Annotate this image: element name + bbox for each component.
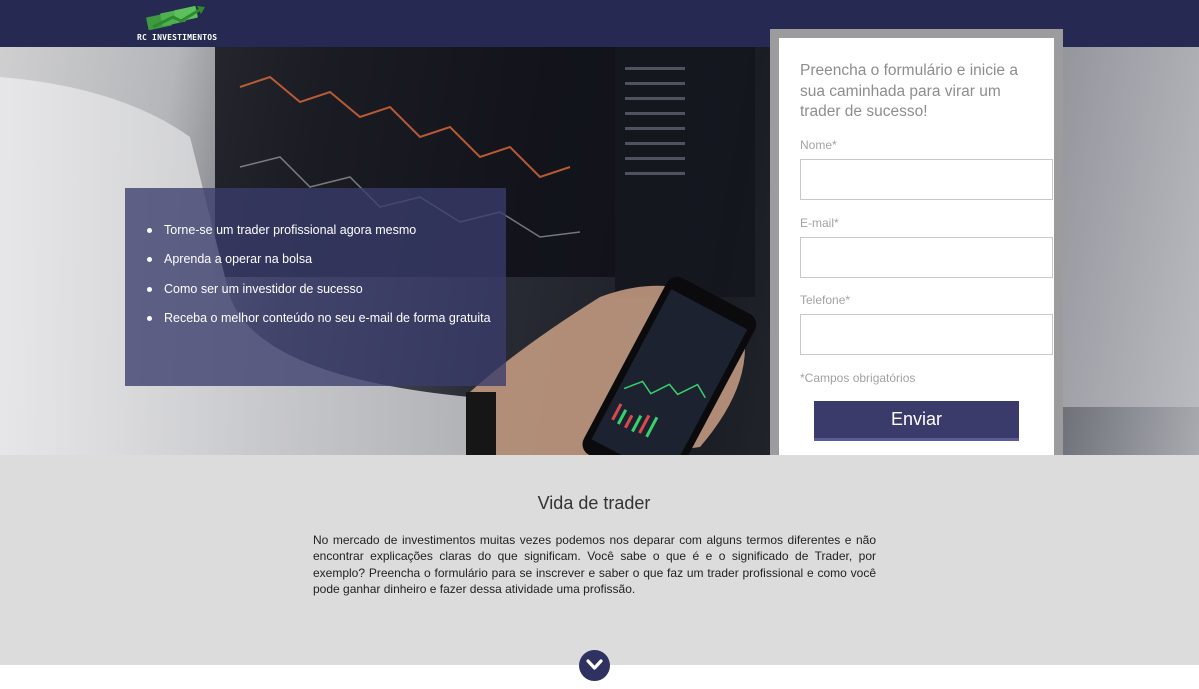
- required-fields-note: *Campos obrigatórios: [800, 371, 916, 385]
- submit-button[interactable]: Enviar: [814, 401, 1019, 441]
- section-text: No mercado de investimentos muitas vezes…: [313, 533, 876, 596]
- brand-logo[interactable]: RC INVESTIMENTOS: [137, 5, 217, 43]
- form-title: Preencha o formulário e inicie a sua cam…: [800, 62, 1018, 120]
- chevron-down-icon: [586, 659, 603, 670]
- benefits-box: Torne-se um trader profissional agora me…: [125, 188, 506, 386]
- benefits-list: Torne-se um trader profissional agora me…: [147, 222, 491, 339]
- benefit-item: Como ser um investidor de sucesso: [147, 281, 491, 310]
- money-arrow-icon: [146, 6, 205, 31]
- phone-label: Telefone*: [800, 293, 851, 307]
- section-title: Vida de trader: [537, 493, 651, 513]
- phone-field[interactable]: [800, 314, 1053, 355]
- name-label: Nome*: [800, 138, 837, 152]
- name-field[interactable]: [800, 159, 1053, 200]
- benefit-item: Receba o melhor conteúdo no seu e-mail d…: [147, 310, 491, 339]
- benefit-item: Aprenda a operar na bolsa: [147, 251, 491, 280]
- email-label: E-mail*: [800, 216, 839, 230]
- brand-name: RC INVESTIMENTOS: [137, 33, 218, 42]
- benefit-item: Torne-se um trader profissional agora me…: [147, 222, 491, 251]
- scroll-down-button[interactable]: [579, 650, 610, 681]
- email-field[interactable]: [800, 237, 1053, 278]
